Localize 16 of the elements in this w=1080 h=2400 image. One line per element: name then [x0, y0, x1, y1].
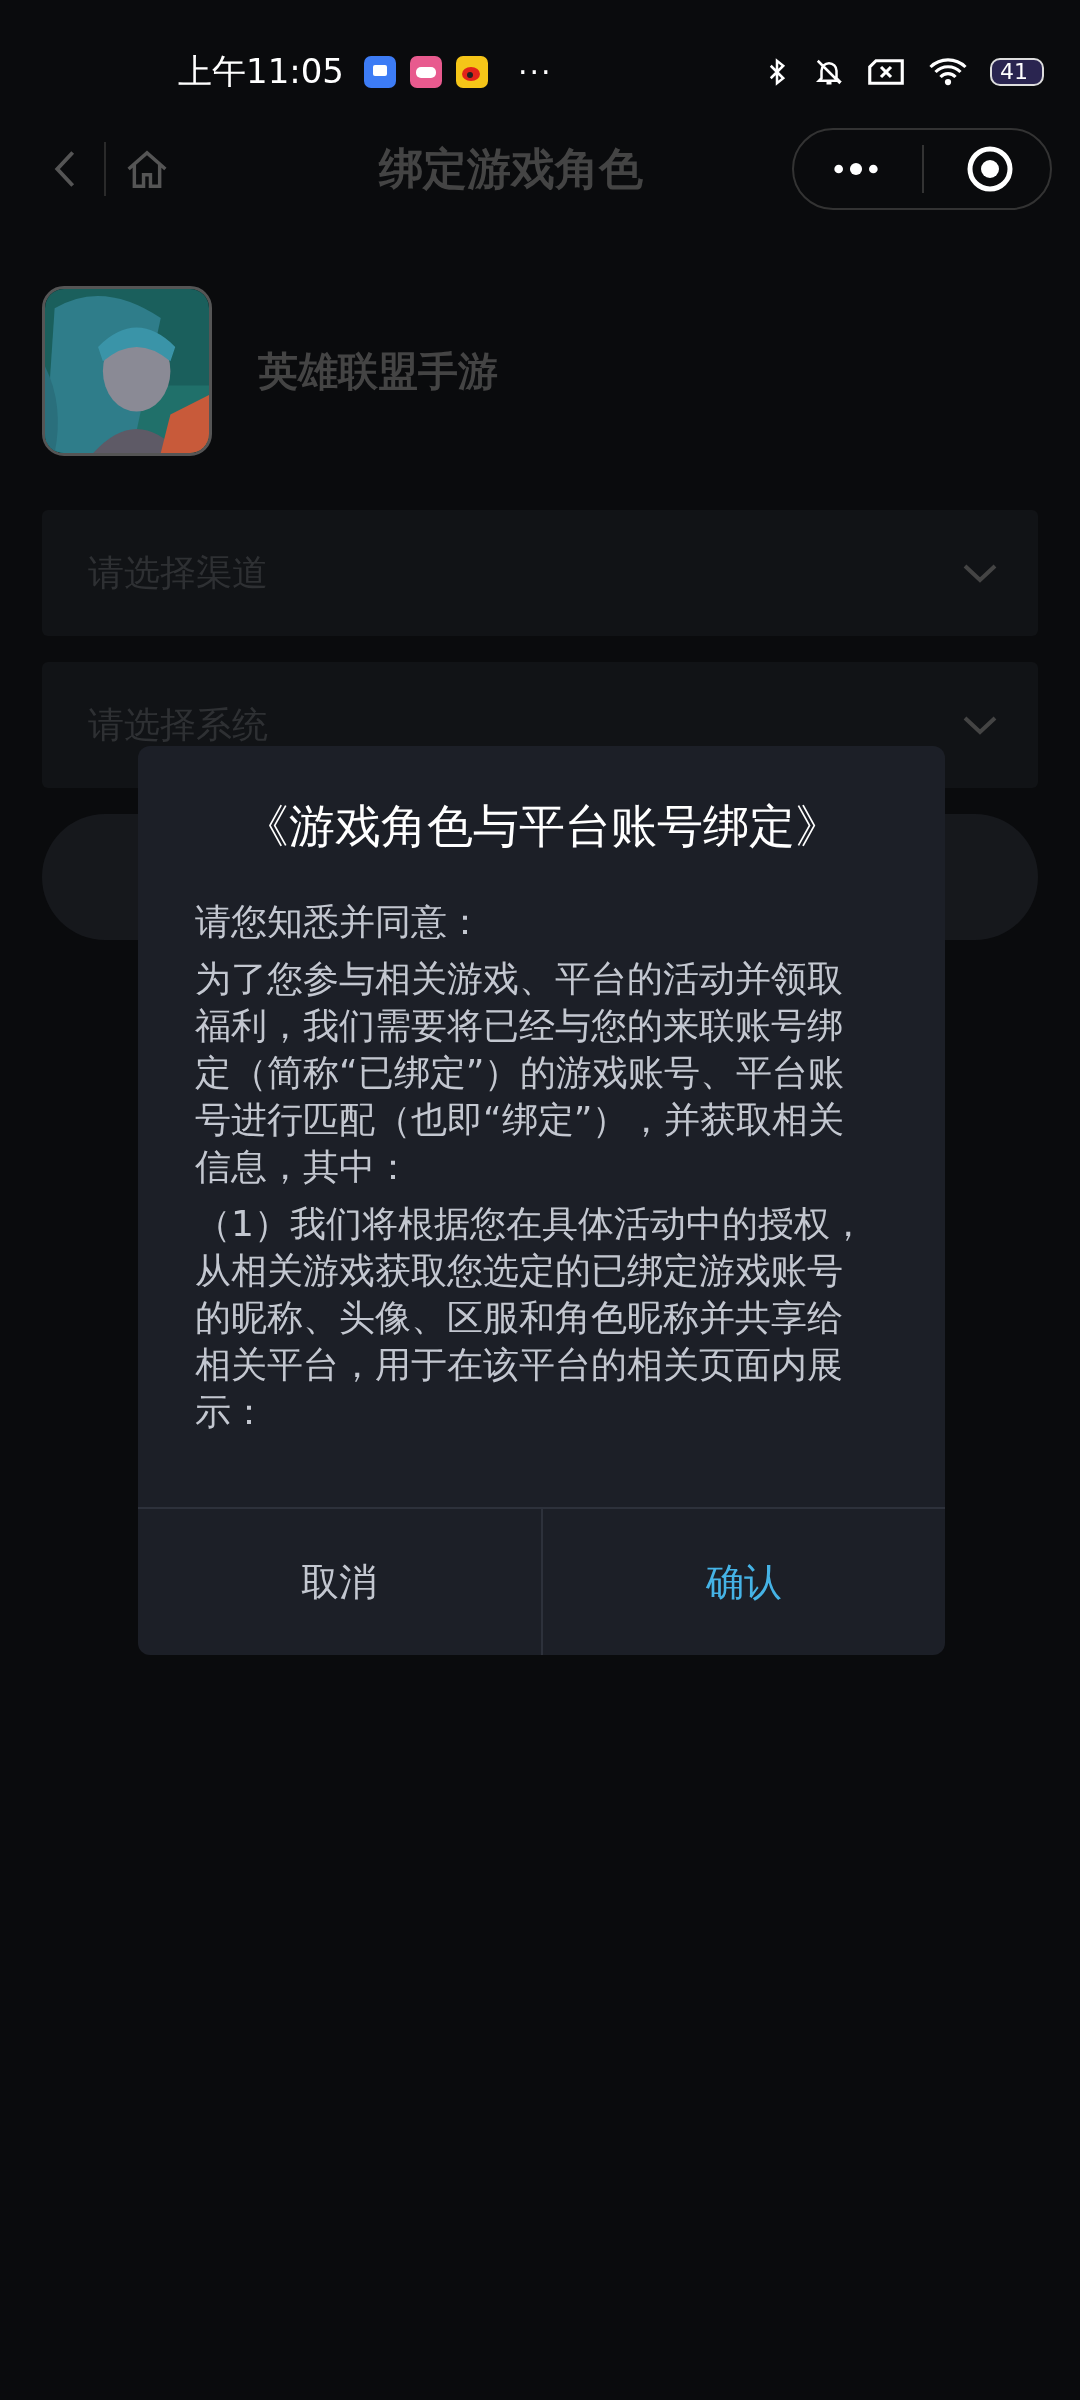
confirm-button[interactable]: 确认 — [540, 1509, 945, 1655]
eye-notification-icon — [456, 56, 488, 88]
dialog-title: 《游戏角色与平台账号绑定》 — [241, 798, 842, 855]
more-notifications: ··· — [518, 54, 553, 90]
game-name: 英雄联盟手游 — [258, 346, 498, 396]
dialog-paragraph: 为了您参与相关游戏、平台的活动并领取福利，我们需要将已经与您的来联账号绑定（简称“已绑定”）的游戏账号、平台账号进行匹配（也即“绑定”），并获取相关信息，其中： — [195, 957, 846, 1189]
battery-indicator: 41 — [990, 58, 1044, 86]
chevron-down-icon — [962, 563, 998, 583]
app-notification-icon — [364, 56, 396, 88]
page-title: 绑定游戏角色 — [377, 141, 644, 196]
dialog-paragraph: （1）我们将根据您在具体活动中的授权，从相关游戏获取您选定的已绑定游戏账号的昵称、头像、区服和角色昵称并共享给相关平台，用于在该平台的相关页面内展示： — [195, 1202, 867, 1433]
dialog-paragraph: 请您知悉并同意： — [195, 900, 484, 944]
cancel-button[interactable]: 取消 — [138, 1509, 541, 1655]
status-time: 上午11:05 — [178, 50, 344, 93]
back-icon[interactable] — [54, 149, 76, 189]
chevron-down-icon — [962, 715, 998, 735]
